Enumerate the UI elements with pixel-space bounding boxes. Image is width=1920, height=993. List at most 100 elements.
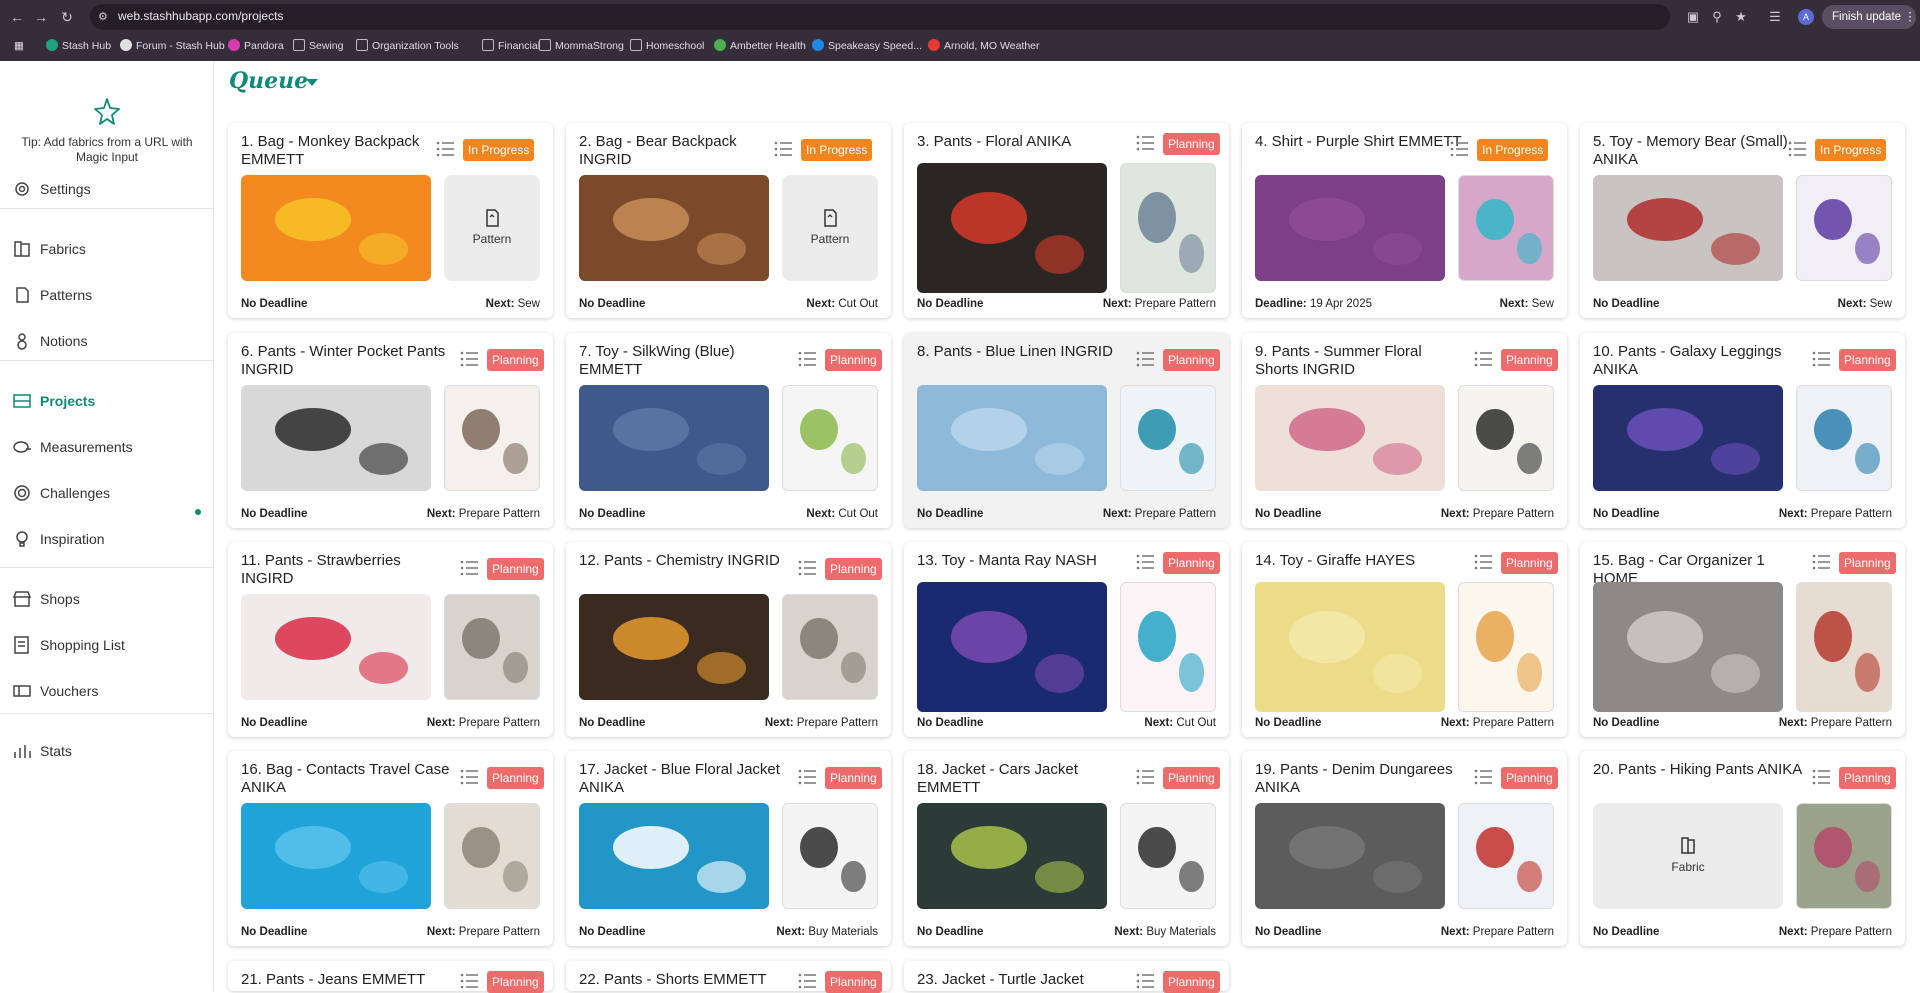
task-list-icon[interactable] (1473, 349, 1493, 369)
url-text[interactable]: web.stashhubapp.com/projects (118, 9, 283, 23)
fabric-image[interactable] (1593, 175, 1783, 281)
task-list-icon[interactable] (1811, 349, 1831, 369)
project-title[interactable]: 7. Toy - SilkWing (Blue) EMMETT (579, 343, 789, 379)
sidebar-item-notions[interactable]: Notions (12, 329, 202, 353)
pattern-image[interactable] (782, 803, 878, 909)
task-list-icon[interactable] (1787, 139, 1807, 159)
finish-update-button[interactable]: Finish update ⋮ (1822, 5, 1916, 29)
bookmark-item[interactable]: Forum - Stash Hub (120, 38, 225, 54)
project-card[interactable]: 15. Bag - Car Organizer 1 HOME Planning No… (1580, 542, 1905, 737)
fabric-image[interactable] (917, 803, 1107, 909)
pattern-image[interactable] (782, 594, 878, 700)
pattern-image[interactable] (444, 385, 540, 491)
fabric-image[interactable] (1593, 582, 1783, 712)
bookmark-item[interactable]: Financial (482, 38, 540, 54)
pattern-image[interactable] (1120, 385, 1216, 491)
fabric-image[interactable] (917, 163, 1107, 293)
bookmark-item[interactable]: Arnold, MO Weather (928, 38, 1040, 54)
pattern-image[interactable] (1120, 163, 1216, 293)
fabric-image[interactable] (241, 385, 431, 491)
reload-icon[interactable]: ↻ (58, 8, 76, 26)
apps-grid-icon[interactable]: ▦ (14, 38, 24, 54)
project-title[interactable]: 16. Bag - Contacts Travel Case ANIKA (241, 761, 451, 797)
sidebar-item-fabrics[interactable]: Fabrics (12, 237, 202, 261)
project-card[interactable]: 23. Jacket - Turtle Jacket Planning (904, 961, 1229, 993)
bookmark-item[interactable]: MommaStrong (539, 38, 624, 54)
project-card[interactable]: 22. Pants - Shorts EMMETT Planning (566, 961, 891, 993)
task-list-icon[interactable] (797, 349, 817, 369)
pattern-image[interactable] (1120, 582, 1216, 712)
task-list-icon[interactable] (1135, 133, 1155, 153)
pattern-image[interactable] (782, 385, 878, 491)
project-card[interactable]: 8. Pants - Blue Linen INGRID Planning No D… (904, 333, 1229, 528)
task-list-icon[interactable] (1449, 139, 1469, 159)
project-card[interactable]: 7. Toy - SilkWing (Blue) EMMETT Planning N… (566, 333, 891, 528)
fabric-image[interactable] (579, 385, 769, 491)
fabric-image[interactable] (579, 594, 769, 700)
pattern-image[interactable] (444, 803, 540, 909)
project-card[interactable]: 1. Bag - Monkey Backpack EMMETT In Progre… (228, 123, 553, 318)
task-list-icon[interactable] (1473, 552, 1493, 572)
project-title[interactable]: 8. Pants - Blue Linen INGRID (917, 343, 1127, 361)
project-title[interactable]: 13. Toy - Manta Ray NASH (917, 552, 1127, 570)
project-title[interactable]: 2. Bag - Bear Backpack INGRID (579, 133, 789, 169)
task-list-icon[interactable] (797, 971, 817, 991)
task-list-icon[interactable] (1135, 971, 1155, 991)
project-title[interactable]: 22. Pants - Shorts EMMETT (579, 971, 789, 989)
bookmark-item[interactable]: Ambetter Health (714, 38, 806, 54)
project-title[interactable]: 5. Toy - Memory Bear (Small) ANIKA (1593, 133, 1803, 169)
sidebar-item-stats[interactable]: Stats (12, 739, 202, 763)
fabric-image[interactable] (241, 803, 431, 909)
task-list-icon[interactable] (1811, 552, 1831, 572)
bookmark-item[interactable]: Pandora (228, 38, 284, 54)
project-card[interactable]: 4. Shirt - Purple Shirt EMMETT In Progres… (1242, 123, 1567, 318)
project-title[interactable]: 10. Pants - Galaxy Leggings ANIKA (1593, 343, 1803, 379)
project-title[interactable]: 14. Toy - Giraffe HAYES (1255, 552, 1465, 570)
project-card[interactable]: 14. Toy - Giraffe HAYES Planning No Deadli… (1242, 542, 1567, 737)
fabric-image[interactable] (1255, 385, 1445, 491)
project-title[interactable]: 17. Jacket - Blue Floral Jacket ANIKA (579, 761, 789, 797)
pattern-image[interactable] (444, 594, 540, 700)
back-arrow-icon[interactable]: ← (8, 8, 26, 26)
pattern-placeholder[interactable]: Pattern (782, 175, 878, 281)
zoom-icon[interactable]: ⚲ (1708, 8, 1726, 26)
pattern-image[interactable] (1458, 582, 1554, 712)
profile-avatar[interactable]: A (1798, 9, 1814, 25)
fabric-placeholder[interactable]: Fabric (1593, 803, 1783, 909)
bookmark-item[interactable]: Organization Tools (356, 38, 459, 54)
project-card[interactable]: 10. Pants - Galaxy Leggings ANIKA Plannin… (1580, 333, 1905, 528)
pattern-image[interactable] (1796, 385, 1892, 491)
bookmark-item[interactable]: Sewing (293, 38, 343, 54)
sidebar-item-projects[interactable]: Projects (12, 389, 202, 413)
pattern-image[interactable] (1458, 385, 1554, 491)
sidebar-item-shopping-list[interactable]: Shopping List (12, 633, 202, 657)
pattern-image[interactable] (1796, 803, 1892, 909)
project-title[interactable]: 6. Pants - Winter Pocket Pants INGRID (241, 343, 451, 379)
task-list-icon[interactable] (459, 767, 479, 787)
sidebar-item-measurements[interactable]: Measurements (12, 435, 202, 459)
project-card[interactable]: 3. Pants - Floral ANIKA Planning No Deadli… (904, 123, 1229, 318)
bookmark-item[interactable]: Homeschool (630, 38, 704, 54)
project-card[interactable]: 13. Toy - Manta Ray NASH Planning No Deadl… (904, 542, 1229, 737)
project-card[interactable]: 16. Bag - Contacts Travel Case ANIKA Plan… (228, 751, 553, 946)
forward-arrow-icon[interactable]: → (32, 8, 50, 26)
sidebar-item-inspiration[interactable]: Inspiration (12, 527, 202, 551)
project-card[interactable]: 5. Toy - Memory Bear (Small) ANIKA In Pro… (1580, 123, 1905, 318)
pattern-image[interactable] (1458, 803, 1554, 909)
project-card[interactable]: 9. Pants - Summer Floral Shorts INGRID Pl… (1242, 333, 1567, 528)
project-card[interactable]: 12. Pants - Chemistry INGRID Planning No D… (566, 542, 891, 737)
task-list-icon[interactable] (1473, 767, 1493, 787)
fabric-image[interactable] (917, 385, 1107, 491)
project-title[interactable]: 21. Pants - Jeans EMMETT (241, 971, 451, 989)
fabric-image[interactable] (1255, 582, 1445, 712)
fabric-image[interactable] (579, 803, 769, 909)
bookmark-item[interactable]: Speakeasy Speed... (812, 38, 922, 54)
task-list-icon[interactable] (797, 767, 817, 787)
project-card[interactable]: 2. Bag - Bear Backpack INGRID In Progress… (566, 123, 891, 318)
project-card[interactable]: 19. Pants - Denim Dungarees ANIKA Plannin… (1242, 751, 1567, 946)
project-title[interactable]: 11. Pants - Strawberries INGIRD (241, 552, 451, 588)
sidebar-item-vouchers[interactable]: Vouchers (12, 679, 202, 703)
pattern-image[interactable] (1796, 582, 1892, 712)
fabric-image[interactable] (1255, 803, 1445, 909)
fabric-image[interactable] (579, 175, 769, 281)
